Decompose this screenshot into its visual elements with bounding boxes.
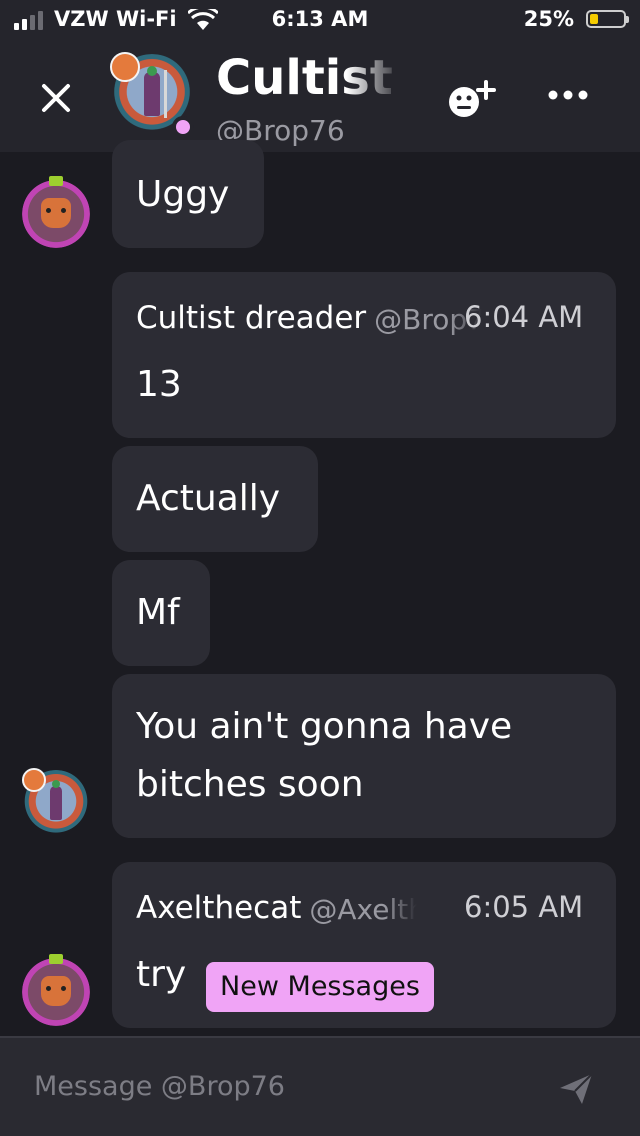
message-meta: Cultist dreader@Brop76 6:04 AM: [136, 300, 583, 336]
add-friend-icon[interactable]: [444, 78, 500, 122]
message-text: Actually: [136, 478, 281, 519]
message-text: try: [136, 954, 187, 995]
message-bubble: Cultist dreader@Brop76 6:04 AM 13: [112, 272, 616, 438]
online-status-dot: [172, 116, 194, 138]
avatar[interactable]: [22, 176, 90, 248]
message-bubble: Mf: [112, 560, 210, 666]
message-composer: [0, 1036, 640, 1136]
author-handle: @Axelthecat: [309, 893, 418, 926]
timestamp: 6:04 AM: [464, 300, 584, 334]
battery-percent: 25%: [523, 7, 574, 31]
timestamp: 6:05 AM: [464, 890, 584, 924]
more-icon[interactable]: [546, 88, 590, 102]
new-messages-button[interactable]: New Messages: [206, 962, 434, 1012]
message-text: Uggy: [136, 174, 230, 215]
message-bubble: Actually: [112, 446, 318, 552]
author-name[interactable]: Cultist dreader: [136, 300, 366, 336]
message-text: bitches soon: [136, 764, 364, 805]
author-name[interactable]: Axelthecat: [136, 890, 301, 926]
message-text: 13: [136, 364, 182, 405]
message-meta: Axelthecat@Axelthecat 6:05 AM: [136, 890, 583, 926]
message-bubble: Uggy: [112, 140, 264, 248]
message-bubble: You ain't gonna have bitches soon: [112, 674, 616, 838]
avatar[interactable]: [22, 954, 90, 1026]
close-icon[interactable]: [36, 78, 76, 118]
status-bar: VZW Wi-Fi 6:13 AM 25%: [0, 0, 640, 40]
message-input[interactable]: [32, 1062, 516, 1110]
message-text: You ain't gonna have: [136, 706, 513, 747]
battery-icon: [586, 10, 629, 28]
page-title[interactable]: Cultist d: [216, 50, 402, 106]
message-text: Mf: [136, 592, 180, 633]
chat-header: Cultist d @Brop76: [0, 40, 640, 152]
avatar[interactable]: [22, 768, 90, 838]
send-icon[interactable]: [556, 1068, 596, 1108]
